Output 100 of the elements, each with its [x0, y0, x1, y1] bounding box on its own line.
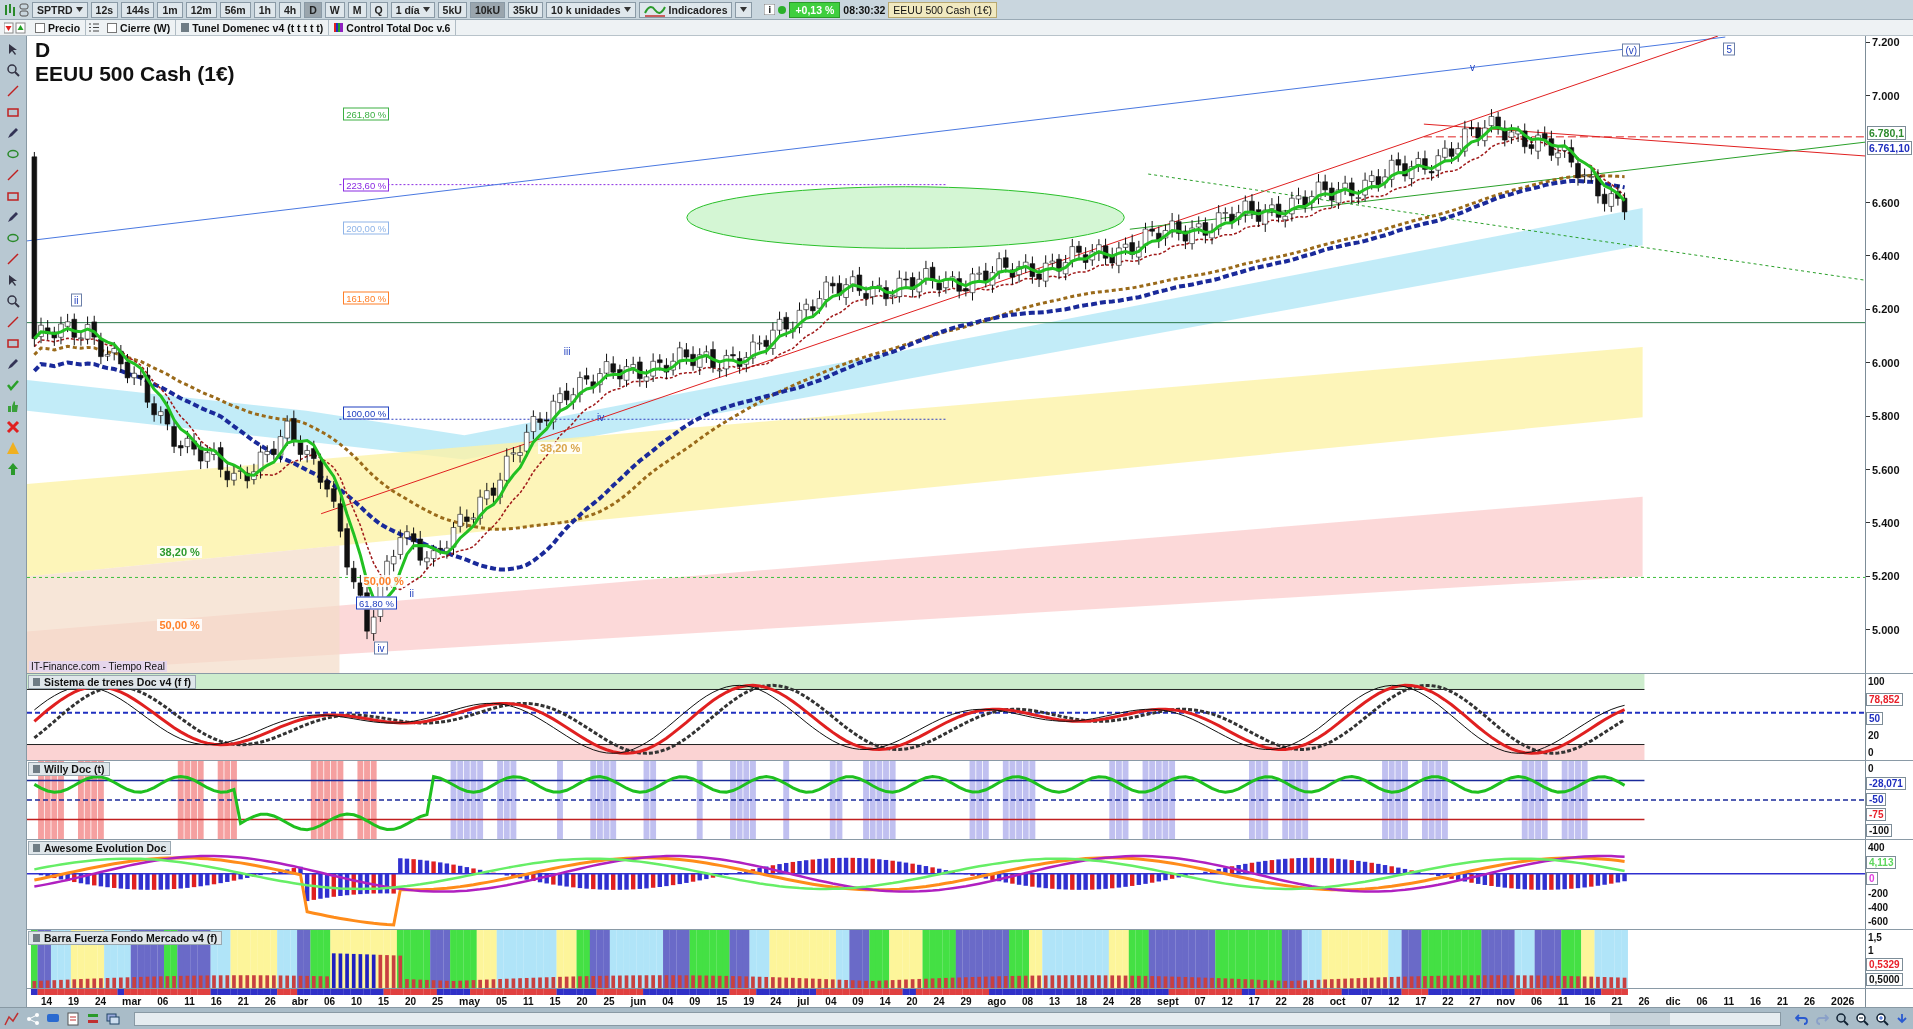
candles-icon[interactable]	[4, 2, 16, 17]
period-dropdown[interactable]: 1 día	[390, 1, 435, 18]
timeframe-button[interactable]: 12m	[185, 1, 217, 18]
undo-icon[interactable]	[1795, 1011, 1809, 1026]
symbol-dropdown[interactable]: SPTRD	[32, 1, 88, 18]
zoom-out-icon[interactable]	[1855, 1011, 1869, 1026]
legend-label[interactable]: Precio	[48, 21, 81, 34]
rectangle-icon[interactable]	[6, 105, 20, 119]
pencil-icon[interactable]	[6, 357, 20, 371]
source-label: IT-Finance.com - Tiempo Real	[29, 661, 167, 672]
timeframe-button[interactable]: M	[347, 1, 367, 18]
fibonacci-label: 223,60 %	[343, 178, 390, 192]
date-axis-label: 24	[933, 995, 945, 1007]
date-axis-label: 20	[405, 995, 417, 1007]
line-icon[interactable]	[6, 168, 20, 182]
link-icon[interactable]	[19, 2, 29, 17]
date-axis-label: 24	[770, 995, 782, 1007]
zoom-fit-icon[interactable]	[1835, 1011, 1849, 1026]
search-icon[interactable]	[6, 294, 20, 308]
fibonacci-label: 161,80 %	[343, 291, 390, 305]
date-axis-label: 26	[1804, 995, 1816, 1007]
caret-icon	[422, 7, 430, 12]
axis-label: -200	[1867, 888, 1889, 899]
search-icon[interactable]	[6, 63, 20, 77]
info-icon[interactable]	[764, 4, 776, 15]
date-axis-label: 16	[210, 995, 222, 1007]
checkbox[interactable]	[107, 22, 118, 33]
units-button[interactable]: 10kU	[469, 1, 505, 18]
timeframe-button[interactable]: 1m	[157, 1, 183, 18]
rectangle-icon[interactable]	[6, 189, 20, 203]
timeframe-button[interactable]: 56m	[219, 1, 251, 18]
dropdown-button[interactable]	[735, 1, 753, 18]
date-axis-label: sept	[1157, 995, 1179, 1007]
arrows-icon[interactable]	[4, 21, 26, 34]
download-icon[interactable]	[1895, 1011, 1909, 1026]
legend-label[interactable]: Cierre (W)	[120, 21, 171, 34]
date-axis-label: 20	[576, 995, 588, 1007]
units-button[interactable]: 35kU	[508, 1, 544, 18]
caret-icon	[740, 7, 748, 12]
cross-icon[interactable]	[6, 420, 20, 434]
ellipse-icon[interactable]	[6, 147, 20, 161]
document-icon[interactable]	[66, 1011, 80, 1026]
indicator-title[interactable]: Sistema de trenes Doc v4 (f f)	[28, 675, 197, 689]
timeframe-button[interactable]: W	[324, 1, 345, 18]
pencil-icon[interactable]	[6, 126, 20, 140]
ellipse-icon[interactable]	[6, 231, 20, 245]
legend-label[interactable]: Tunel Domenec v4 (t t t t t)	[192, 21, 324, 34]
line-icon[interactable]	[6, 315, 20, 329]
date-axis-label: 06	[1530, 995, 1543, 1007]
timeframe-button[interactable]: D	[304, 1, 322, 18]
date-axis-label: 21	[1611, 995, 1623, 1007]
indicator-title[interactable]: Barra Fuerza Fondo Mercado v4 (f)	[28, 931, 223, 945]
units-dropdown[interactable]: 10 k unidades	[546, 1, 636, 18]
rectangle-icon[interactable]	[6, 336, 20, 350]
horizontal-scrollbar[interactable]	[134, 1011, 1781, 1026]
pencil-chart-icon[interactable]	[4, 1011, 20, 1026]
date-axis-label: 15	[716, 995, 728, 1007]
thumbs-up-icon[interactable]	[6, 399, 20, 413]
date-axis-label: 13	[1049, 995, 1061, 1007]
line-icon[interactable]	[6, 252, 20, 266]
windows-icon[interactable]	[106, 1011, 120, 1026]
price-axis-label: 7.200	[1866, 36, 1900, 49]
share-icon[interactable]	[26, 1011, 40, 1026]
pencil-icon[interactable]	[6, 210, 20, 224]
units-button[interactable]: 5kU	[437, 1, 467, 18]
up-arrow-icon[interactable]	[6, 462, 20, 476]
price-axis-label: 5.600	[1866, 463, 1900, 476]
price-axis-label: 5.800	[1866, 410, 1900, 423]
indicators-button[interactable]: Indicadores	[638, 1, 733, 18]
checkbox[interactable]	[35, 22, 45, 33]
price-axis-label: 6.200	[1866, 303, 1900, 316]
date-axis-label: 2026	[1831, 995, 1855, 1007]
axis-label: -600	[1867, 916, 1889, 927]
timeframe-button[interactable]: 144s	[121, 1, 155, 18]
date-axis-label: jul	[797, 995, 810, 1007]
zoom-in-icon[interactable]	[1875, 1011, 1889, 1026]
price-axis-label: 5.000	[1866, 623, 1900, 636]
price-tag: 6.761,10	[1867, 141, 1912, 156]
axis-label: 0	[1867, 747, 1875, 758]
line-icon[interactable]	[6, 84, 20, 98]
date-axis-label: 19	[743, 995, 755, 1007]
legend-label[interactable]: Control Total Doc v.6	[346, 21, 451, 34]
check-icon[interactable]	[6, 378, 20, 392]
date-axis-label: 12	[1221, 995, 1233, 1007]
fibonacci-label: 200,00 %	[343, 221, 390, 235]
timeframe-button[interactable]: 4h	[278, 1, 302, 18]
timeframe-button[interactable]: 12s	[90, 1, 119, 18]
indicator-title[interactable]: Willy Doc (t)	[28, 762, 110, 776]
color-bars-icon	[334, 23, 344, 32]
indicator-title[interactable]: Awesome Evolution Doc	[28, 841, 172, 855]
list-icon[interactable]	[89, 23, 100, 32]
timeframe-button[interactable]: Q	[369, 1, 388, 18]
date-axis-label: dic	[1665, 995, 1681, 1007]
date-axis-label: 24	[95, 995, 107, 1007]
wave-label: ii	[408, 587, 415, 599]
timeframe-label: D	[35, 38, 51, 62]
timeframe-button[interactable]: 1h	[253, 1, 276, 18]
bars-icon[interactable]	[86, 1011, 100, 1026]
wave-label: (v)	[1622, 43, 1641, 57]
caret-icon	[623, 7, 631, 12]
